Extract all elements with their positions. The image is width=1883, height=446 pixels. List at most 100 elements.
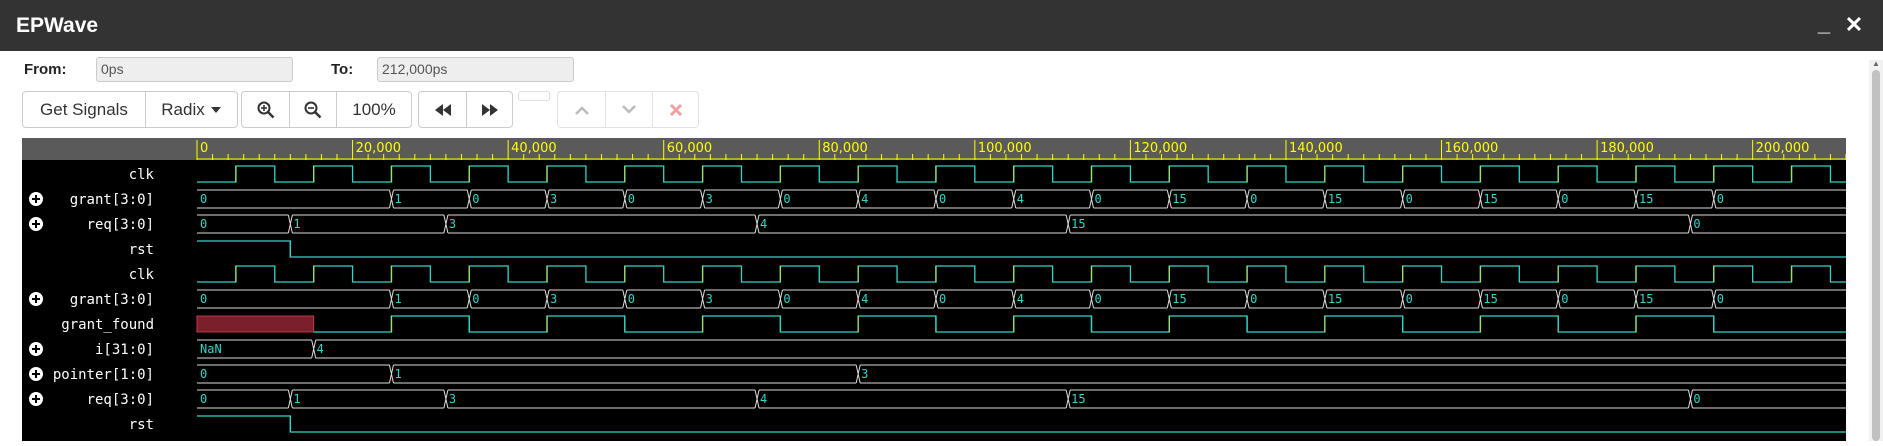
- bus-transition: [1089, 189, 1094, 209]
- to-field[interactable]: 212,000ps: [377, 57, 574, 82]
- bus-transition: [1400, 189, 1406, 209]
- zoom-in-button[interactable]: [242, 92, 289, 127]
- to-label: To:: [331, 61, 354, 78]
- bus-value-label: 0: [1250, 192, 1257, 206]
- previous-edge-button[interactable]: [558, 92, 605, 127]
- waveform-canvas[interactable]: 0 20,000 40,000 60,000 80,000 100,000 120,000 1…: [22, 138, 1847, 441]
- clk-waveform: [197, 265, 1846, 283]
- scrollbar-thumb[interactable]: [1872, 70, 1880, 441]
- radix-button[interactable]: Radix: [145, 92, 237, 127]
- bus-value-label: 3: [706, 192, 713, 206]
- chevron-up-icon: [574, 105, 589, 115]
- bus-transition: [1687, 214, 1693, 234]
- bus-transition: [933, 189, 939, 209]
- ruler-tick-label: 120,000: [1133, 141, 1187, 156]
- bus-transition: [1477, 189, 1483, 209]
- bus-value-label: 0: [1095, 192, 1102, 206]
- bus-transition: [388, 364, 394, 384]
- bus-value-label: 0: [1561, 192, 1568, 206]
- bus-value-label: 0: [1561, 292, 1568, 306]
- bus-value-label: 15: [1328, 292, 1342, 306]
- radix-label: Radix: [161, 99, 205, 119]
- minimize-icon[interactable]: _: [1812, 13, 1836, 38]
- bus-transition: [1687, 389, 1693, 409]
- fast-forward-button[interactable]: [466, 92, 512, 127]
- bus-value-label: 0: [1406, 292, 1413, 306]
- bus-value-label: 1: [394, 192, 401, 206]
- undefined-region: [196, 315, 315, 333]
- bus-value-label: 15: [1071, 392, 1085, 406]
- empty-cursor-button[interactable]: [518, 91, 550, 101]
- bus-transition: [1555, 189, 1561, 209]
- bus-value-label: 0: [200, 217, 207, 231]
- bus-transition: [466, 289, 472, 309]
- search-button-group: [557, 91, 699, 128]
- ruler-tick-label: 20,000: [356, 141, 402, 156]
- navigate-button-group: [418, 91, 513, 128]
- bit-waveform: [197, 415, 1846, 433]
- bus-transition: [1089, 289, 1094, 309]
- bus-value-label: 0: [1717, 192, 1724, 206]
- close-icon[interactable]: ✕: [1842, 14, 1866, 38]
- bus-transition: [443, 214, 449, 234]
- signal-name-label: pointer[1:0]: [53, 367, 154, 383]
- bus-value-label: 0: [1095, 292, 1102, 306]
- bus-value-label: 0: [628, 292, 635, 306]
- bus-value-label: 1: [394, 367, 401, 381]
- next-edge-button[interactable]: [605, 92, 652, 127]
- bus-transition: [443, 389, 449, 409]
- chevron-down-icon: [622, 104, 636, 114]
- bus-transition: [777, 189, 783, 209]
- bus-transition: [311, 339, 317, 359]
- bus-value-label: 3: [861, 367, 868, 381]
- bus-value-label: 1: [394, 292, 401, 306]
- bus-transition: [754, 214, 760, 234]
- bus-value-label: 1: [293, 392, 300, 406]
- bit-waveform: [313, 315, 1846, 333]
- from-field[interactable]: 0ps: [96, 57, 293, 82]
- bus-transition: [1477, 289, 1483, 309]
- ruler-tick-label: 0: [200, 141, 208, 156]
- bus-transition: [933, 289, 939, 309]
- bus-value-label: 3: [449, 392, 456, 406]
- window-title: EPWave: [16, 14, 99, 37]
- bus-value-label: 0: [939, 292, 946, 306]
- clear-search-button[interactable]: [652, 92, 698, 127]
- bus-transition: [287, 389, 293, 409]
- ruler-tick-label: 140,000: [1289, 141, 1343, 156]
- signal-name-label: clk: [129, 267, 155, 283]
- bus-transition: [855, 289, 861, 309]
- bus-value-label: 0: [783, 192, 790, 206]
- signal-name-label: req[3:0]: [87, 217, 154, 233]
- ruler-tick-label: 60,000: [667, 141, 713, 156]
- bus-transition: [777, 289, 783, 309]
- fast-backward-button[interactable]: [419, 92, 466, 127]
- bus-transition: [754, 389, 760, 409]
- zoom-out-icon: [304, 101, 322, 118]
- bus-value-label: 0: [472, 192, 479, 206]
- scroll-up-icon[interactable]: ▲: [1871, 60, 1881, 68]
- bus-transition: [1400, 289, 1406, 309]
- get-signals-button[interactable]: Get Signals: [23, 92, 145, 127]
- vertical-scrollbar[interactable]: ▲: [1869, 60, 1883, 441]
- bus-value-label: 15: [1172, 292, 1186, 306]
- bus-value-label: 4: [317, 342, 324, 356]
- bus-transition: [1065, 214, 1071, 234]
- from-label: From:: [24, 61, 67, 78]
- bus-transition: [287, 214, 293, 234]
- bus-value-label: 0: [939, 192, 946, 206]
- zoom-level-button[interactable]: 100%: [336, 92, 411, 127]
- bus-value-label: 0: [472, 292, 479, 306]
- bus-transition: [1011, 289, 1017, 309]
- bus-transition: [700, 189, 706, 209]
- bus-value-label: 4: [760, 392, 767, 406]
- zoom-out-button[interactable]: [289, 92, 336, 127]
- ruler-tick-label: 200,000: [1756, 141, 1810, 156]
- bus-value-label: 0: [1250, 292, 1257, 306]
- ruler-tick-label: 180,000: [1600, 141, 1654, 156]
- bus-transition: [1244, 189, 1250, 209]
- ruler-tick-label: 160,000: [1445, 141, 1499, 156]
- clk-waveform: [197, 165, 1846, 183]
- bus-value-label: 4: [861, 192, 868, 206]
- time-ruler: [22, 138, 1846, 160]
